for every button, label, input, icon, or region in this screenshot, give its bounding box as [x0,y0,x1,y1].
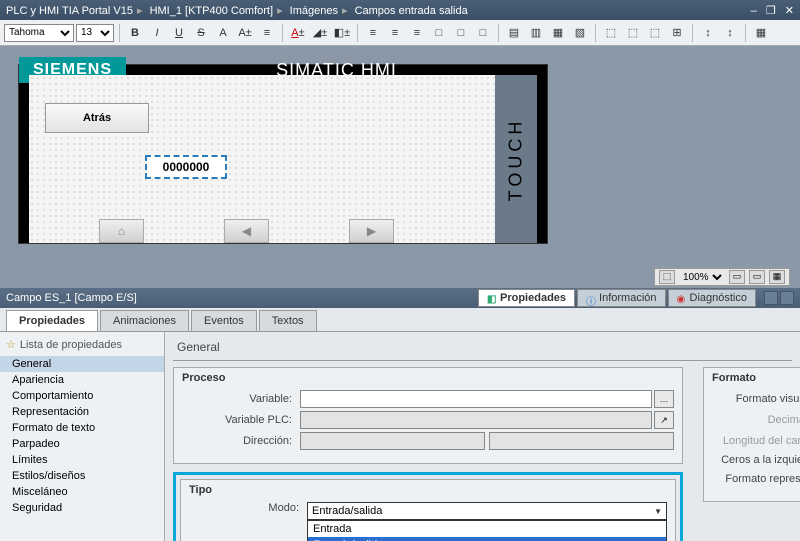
propcat-seguridad[interactable]: Seguridad [0,500,164,516]
underline-button[interactable]: U [169,23,189,43]
propcat-comportamiento[interactable]: Comportamiento [0,388,164,404]
io-field-selected[interactable]: 0000000 [145,155,227,179]
modo-option-entrada-salida[interactable]: Entrada/salida [308,537,666,541]
propcat-parpadeo[interactable]: Parpadeo [0,436,164,452]
hmi-screen[interactable]: Atrás 0000000 ⌂ ◀ ▶ [29,75,495,243]
nav-home-button[interactable]: ⌂ [99,219,144,243]
subtab-texts[interactable]: Textos [259,310,317,331]
zoom-select[interactable]: 100% [679,271,725,284]
font-select[interactable]: Tahoma [4,24,74,42]
variable-input[interactable] [300,390,652,408]
propcat-limites[interactable]: Límites [0,452,164,468]
nav-left-button[interactable]: ◀ [224,219,269,243]
variable-label: Variable: [182,393,292,405]
font-tool-b[interactable]: A± [235,23,255,43]
subtab-events[interactable]: Eventos [191,310,257,331]
variable-browse-button[interactable]: … [654,390,674,408]
valign-mid-button[interactable]: □ [451,23,471,43]
zoom-fit-icon[interactable]: ⬚ [659,270,675,284]
order-c[interactable]: ▦ [548,23,568,43]
strike-button[interactable]: S [191,23,211,43]
proceso-group: Proceso Variable: … Variable PLC: ↗ Dire… [173,367,683,464]
bold-button[interactable]: B [125,23,145,43]
layer-up-button[interactable]: ↕ [698,23,718,43]
align-left-button[interactable]: ≡ [363,23,383,43]
font-tool-a[interactable]: A [213,23,233,43]
touch-strip: TOUCH [495,75,537,243]
zoom-tool-a[interactable]: ▭ [729,270,745,284]
propcat-representacion[interactable]: Representación [0,404,164,420]
variable-plc-input [300,411,652,429]
represent-label: Formato represent.: [712,473,800,485]
direccion-input [300,432,485,450]
screen-editor-canvas[interactable]: SIEMENS SIMATIC HMI Atrás 0000000 ⌂ ◀ ▶ … [0,46,800,288]
selected-object-title: Campo ES_1 [Campo E/S] [6,292,478,304]
direccion-label: Dirección: [182,435,292,447]
window-close-icon[interactable]: ✕ [785,5,794,17]
grid-toggle-button[interactable]: ▦ [751,23,771,43]
ceros-label: Ceros a la izquierda: [712,454,800,466]
dist-v-button[interactable]: ⬚ [623,23,643,43]
window-restore-icon[interactable]: ❐ [766,5,776,17]
subtab-animations[interactable]: Animaciones [100,310,189,331]
order-d[interactable]: ▧ [570,23,590,43]
fill-color-button[interactable]: ◢± [310,23,330,43]
inspector-tab-diag[interactable]: Diagnóstico [668,289,756,307]
inspector-tab-info[interactable]: Información [577,289,665,307]
formato-group: Formato Formato visualiz.: Decimal Decim… [703,367,800,502]
visualiz-label: Formato visualiz.: [712,393,800,405]
inspector-tab-properties[interactable]: Propiedades [478,289,575,307]
property-list-header: Lista de propiedades [0,336,164,353]
font-color-button[interactable]: A± [288,23,308,43]
decimales-label: Decimales: [712,414,800,426]
align-center-button[interactable]: ≡ [385,23,405,43]
prop-body-heading: General [173,338,792,361]
layer-dn-button[interactable]: ↕ [720,23,740,43]
valign-top-button[interactable]: □ [429,23,449,43]
breadcrumb: PLC y HMI TIA Portal V15▸ HMI_1 [KTP400 … [6,4,468,17]
variable-plc-link-button[interactable]: ↗ [654,411,674,429]
format-toolbar: Tahoma 13 B I U S A A± ≡ A± ◢± ◧± ≡ ≡ ≡ … [0,20,800,46]
direccion-type-input [489,432,674,450]
propcat-apariencia[interactable]: Apariencia [0,372,164,388]
property-category-list: Lista de propiedades General Apariencia … [0,332,165,541]
dist-h-button[interactable]: ⬚ [601,23,621,43]
modo-label: Modo: [189,502,299,514]
diagnostic-icon [677,293,687,303]
valign-bot-button[interactable]: □ [473,23,493,43]
variable-plc-label: Variable PLC: [182,414,292,426]
inspector-collapse-icon[interactable] [764,291,778,305]
nav-right-button[interactable]: ▶ [349,219,394,243]
longitud-label: Longitud del campo: [712,435,800,447]
info-icon [586,293,596,303]
propcat-estilos[interactable]: Estilos/diseños [0,468,164,484]
order-a[interactable]: ▤ [504,23,524,43]
inspector-expand-icon[interactable] [780,291,794,305]
subtab-properties[interactable]: Propiedades [6,310,98,331]
size-button[interactable]: ⬚ [645,23,665,43]
tipo-highlight-box: Tipo Modo: Entrada/salida ▼ Entrada [173,472,683,541]
hmi-device-frame: SIEMENS SIMATIC HMI Atrás 0000000 ⌂ ◀ ▶ … [18,64,548,244]
propcat-miscelaneo[interactable]: Misceláneo [0,484,164,500]
window-minimize-icon[interactable]: – [751,5,757,17]
zoom-tool-b[interactable]: ▭ [749,270,765,284]
group-button[interactable]: ⊞ [667,23,687,43]
font-size-select[interactable]: 13 [76,24,114,42]
properties-icon [487,293,497,303]
italic-button[interactable]: I [147,23,167,43]
tipo-group: Tipo Modo: Entrada/salida ▼ Entrada [180,479,676,541]
back-button[interactable]: Atrás [45,103,149,133]
propcat-formato-texto[interactable]: Formato de texto [0,420,164,436]
nav-button-row: ⌂ ◀ ▶ [99,219,394,243]
line-tool[interactable]: ≡ [257,23,277,43]
modo-dropdown[interactable]: Entrada/salida ▼ Entrada Entrada/salida … [307,502,667,520]
zoom-control[interactable]: ⬚ 100% ▭ ▭ ▦ [654,268,790,286]
order-b[interactable]: ▥ [526,23,546,43]
align-right-button[interactable]: ≡ [407,23,427,43]
propcat-general[interactable]: General [0,356,164,372]
zoom-tool-c[interactable]: ▦ [769,270,785,284]
chevron-down-icon: ▼ [654,507,662,516]
border-color-button[interactable]: ◧± [332,23,352,43]
modo-option-entrada[interactable]: Entrada [308,521,666,537]
